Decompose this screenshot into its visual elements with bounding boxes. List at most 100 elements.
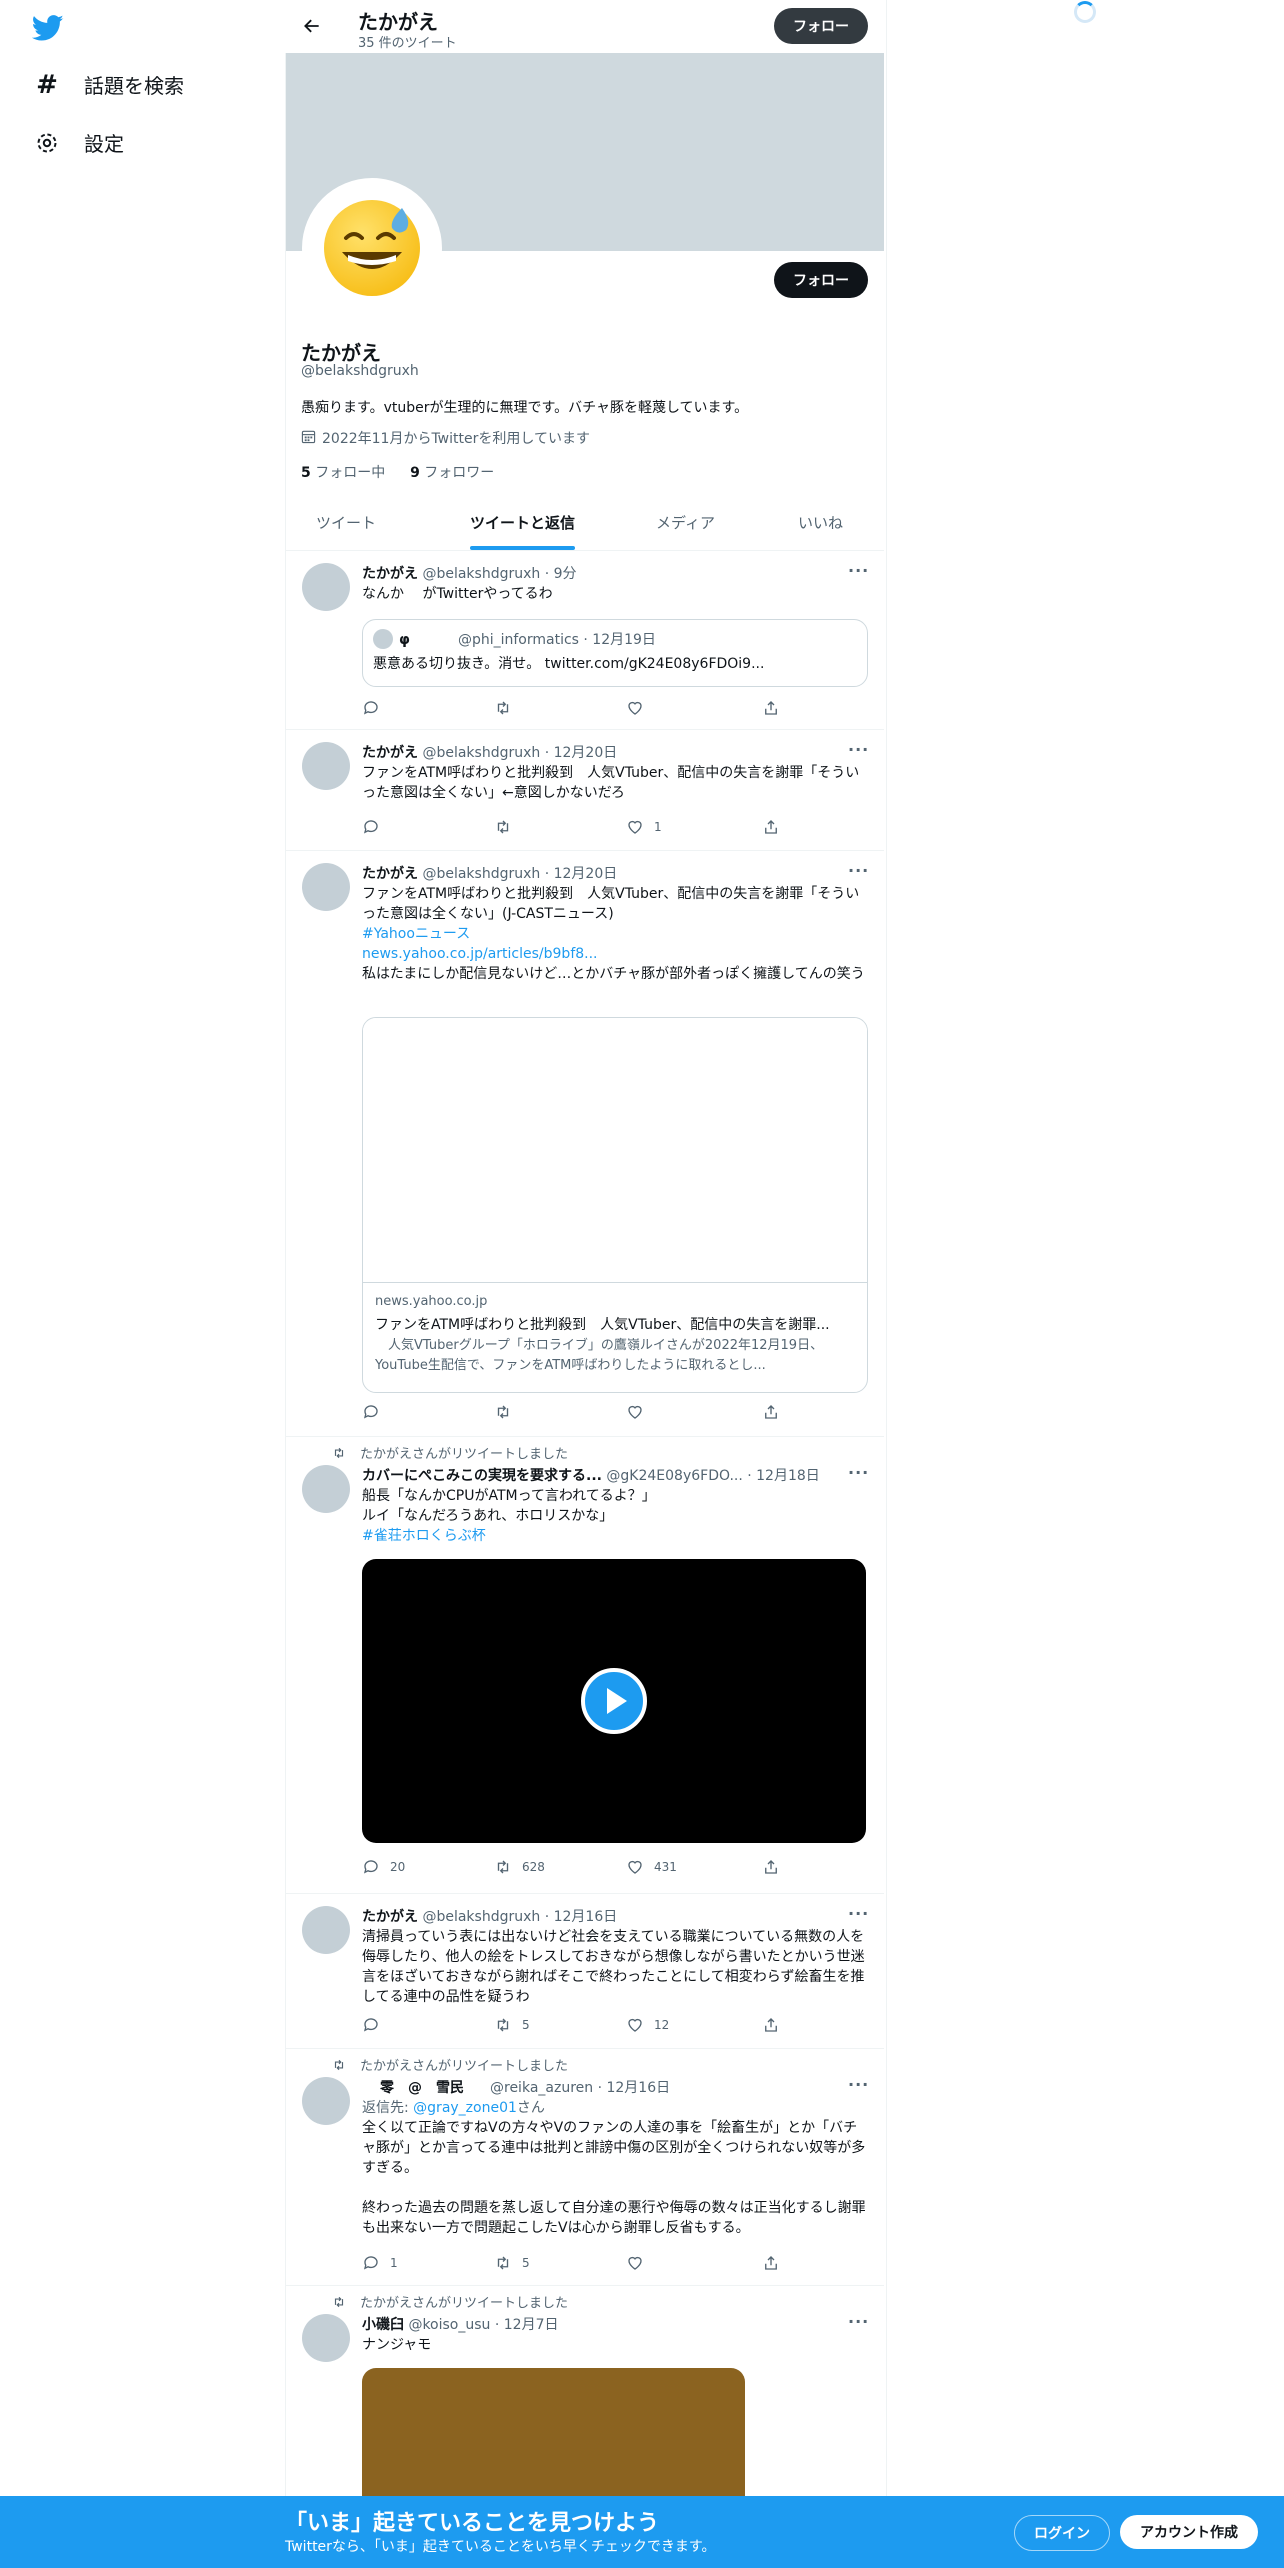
more-icon[interactable]: ··· bbox=[848, 1904, 869, 1923]
tab-tweets[interactable]: ツイート bbox=[316, 500, 376, 550]
reply-button[interactable] bbox=[362, 818, 494, 836]
tweet-header: たかがえ @belakshdgruxh · 12月16日 bbox=[362, 1906, 617, 1926]
loading-spinner-icon bbox=[1074, 1, 1096, 23]
retweet-button[interactable]: 628 bbox=[494, 1858, 626, 1876]
hashtag-link[interactable]: #Yahooニュース bbox=[362, 924, 470, 944]
retweet-icon bbox=[497, 2256, 509, 2270]
header-follow-button[interactable]: フォロー bbox=[774, 8, 868, 44]
hashtag-link[interactable]: #雀荘ホロくらぶ杯 bbox=[362, 1526, 486, 1546]
retweet-icon bbox=[497, 1405, 509, 1419]
reply-button[interactable] bbox=[362, 699, 494, 717]
retweet-button[interactable] bbox=[494, 1403, 626, 1421]
author-name[interactable]: 小磯臼 bbox=[362, 2317, 404, 2333]
author-name[interactable]: たかがえ bbox=[362, 866, 418, 882]
avatar[interactable] bbox=[302, 2314, 350, 2362]
quote-card[interactable]: φ @phi_informatics · 12月19日 悪意ある切り抜き。消せ。 … bbox=[362, 619, 868, 687]
retweet-button[interactable] bbox=[494, 818, 626, 836]
share-button[interactable] bbox=[762, 818, 780, 836]
reply-button[interactable] bbox=[362, 1403, 494, 1421]
sweat-smile-emoji-icon bbox=[324, 200, 420, 296]
avatar[interactable] bbox=[302, 742, 350, 790]
tab-tweets-replies[interactable]: ツイートと返信 bbox=[470, 500, 576, 550]
follow-button[interactable]: フォロー bbox=[774, 262, 868, 298]
tab-media[interactable]: メディア bbox=[656, 500, 715, 550]
following-link[interactable]: 5 フォロー中 bbox=[301, 465, 385, 481]
share-button[interactable] bbox=[762, 1403, 780, 1421]
retweet-label-text: たかがえさんがリツイートしました bbox=[360, 2059, 569, 2074]
author-name[interactable]: たかがえ bbox=[362, 566, 418, 582]
retweet-label-text: たかがえさんがリツイートしました bbox=[360, 2296, 569, 2311]
profile-avatar[interactable] bbox=[302, 178, 442, 318]
avatar[interactable] bbox=[302, 2077, 350, 2125]
more-icon[interactable]: ··· bbox=[848, 740, 869, 759]
author-name[interactable]: カバーにぺこみこの実現を要求する... bbox=[362, 1468, 602, 1484]
reply-suffix: さん bbox=[516, 2100, 545, 2116]
more-icon[interactable]: ··· bbox=[848, 1463, 869, 1482]
reply-to-link[interactable]: @gray_zone01 bbox=[413, 2100, 517, 2116]
tweet-actions: 1 5 bbox=[362, 2254, 802, 2272]
followers-link[interactable]: 9 フォロワー bbox=[410, 465, 494, 481]
link-card-image bbox=[363, 1018, 867, 1283]
reply-button[interactable]: 1 bbox=[362, 2254, 494, 2272]
reply-button[interactable]: 20 bbox=[362, 1858, 494, 1876]
author-name[interactable]: たかがえ bbox=[362, 1909, 418, 1925]
like-button[interactable]: 12 bbox=[626, 2016, 762, 2034]
author-meta: @koiso_usu · 12月7日 bbox=[408, 2317, 559, 2333]
nav-settings[interactable]: 設定 bbox=[34, 128, 124, 157]
share-button[interactable] bbox=[762, 699, 780, 717]
play-icon[interactable] bbox=[581, 1668, 647, 1734]
like-button[interactable]: 1 bbox=[626, 818, 762, 836]
link-card[interactable]: news.yahoo.co.jp ファンをATM呼ばわりと批判殺到 人気VTub… bbox=[362, 1017, 868, 1393]
more-icon[interactable]: ··· bbox=[848, 561, 869, 580]
quote-header: φ @phi_informatics · 12月19日 bbox=[399, 629, 656, 649]
more-icon[interactable]: ··· bbox=[848, 861, 869, 880]
avatar[interactable] bbox=[302, 1465, 350, 1513]
following-label: フォロー中 bbox=[310, 465, 386, 481]
tweet-image[interactable] bbox=[362, 2368, 745, 2496]
tweet-7[interactable]: たかがえさんがリツイートしました 小磯臼 @koiso_usu · 12月7日 … bbox=[286, 2286, 884, 2496]
like-button[interactable]: 431 bbox=[626, 1858, 762, 1876]
more-icon[interactable]: ··· bbox=[848, 2075, 869, 2094]
tweet-5[interactable]: たかがえ @belakshdgruxh · 12月16日 ··· 清掃員っていう… bbox=[286, 1894, 884, 2048]
tweet-6[interactable]: たかがえさんがリツイートしました 零 @ 雪民 @reika_azuren · 1… bbox=[286, 2049, 884, 2285]
tweet-1[interactable]: たかがえ @belakshdgruxh · 9分 ··· なんか がTwitte… bbox=[286, 551, 884, 728]
author-name[interactable]: 零 @ 雪民 bbox=[380, 2080, 464, 2096]
retweet-label-text: たかがえさんがリツイートしました bbox=[360, 1447, 569, 1462]
reply-button[interactable] bbox=[362, 2016, 494, 2034]
tweet-2[interactable]: たかがえ @belakshdgruxh · 12月20日 ··· ファンをATM… bbox=[286, 730, 884, 850]
like-count: 1 bbox=[654, 820, 662, 834]
quote-meta: @phi_informatics · 12月19日 bbox=[457, 632, 656, 648]
like-button[interactable] bbox=[626, 1403, 762, 1421]
share-button[interactable] bbox=[762, 2016, 780, 2034]
like-button[interactable] bbox=[626, 699, 762, 717]
tweet-header: たかがえ @belakshdgruxh · 12月20日 bbox=[362, 742, 617, 762]
avatar[interactable] bbox=[302, 1906, 350, 1954]
tab-likes[interactable]: いいね bbox=[798, 500, 843, 550]
nav-explore[interactable]: # 話題を検索 bbox=[34, 69, 184, 100]
hashtag-icon: # bbox=[36, 69, 58, 100]
tweet-3[interactable]: たかがえ @belakshdgruxh · 12月20日 ··· ファンをATM… bbox=[286, 851, 884, 1436]
tweet-4[interactable]: たかがえさんがリツイートしました カバーにぺこみこの実現を要求する... @gK… bbox=[286, 1437, 884, 1894]
retweet-label: たかがえさんがリツイートしました bbox=[332, 2055, 568, 2074]
back-arrow-icon[interactable] bbox=[300, 14, 324, 38]
retweet-button[interactable]: 5 bbox=[494, 2254, 626, 2272]
avatar[interactable] bbox=[302, 563, 350, 611]
url-link[interactable]: news.yahoo.co.jp/articles/b9bf8... bbox=[362, 944, 598, 964]
avatar[interactable] bbox=[302, 863, 350, 911]
retweet-icon bbox=[497, 701, 509, 715]
more-icon[interactable]: ··· bbox=[848, 2312, 869, 2331]
reply-to: 返信先: @gray_zone01さん bbox=[362, 2098, 545, 2118]
heart-icon bbox=[628, 820, 642, 834]
author-name[interactable]: たかがえ bbox=[362, 745, 418, 761]
twitter-logo-icon[interactable] bbox=[31, 12, 64, 44]
signup-button[interactable]: アカウント作成 bbox=[1120, 2515, 1258, 2549]
joined-text: 2022年11月からTwitterを利用しています bbox=[322, 431, 590, 447]
quote-text: 悪意ある切り抜き。消せ。 twitter.com/gK24E08y6FDOi9.… bbox=[373, 656, 765, 672]
video-player[interactable] bbox=[362, 1559, 866, 1843]
retweet-button[interactable] bbox=[494, 699, 626, 717]
retweet-button[interactable]: 5 bbox=[494, 2016, 626, 2034]
share-button[interactable] bbox=[762, 1858, 780, 1876]
like-button[interactable] bbox=[626, 2254, 762, 2272]
login-button[interactable]: ログイン bbox=[1014, 2515, 1110, 2551]
share-button[interactable] bbox=[762, 2254, 780, 2272]
